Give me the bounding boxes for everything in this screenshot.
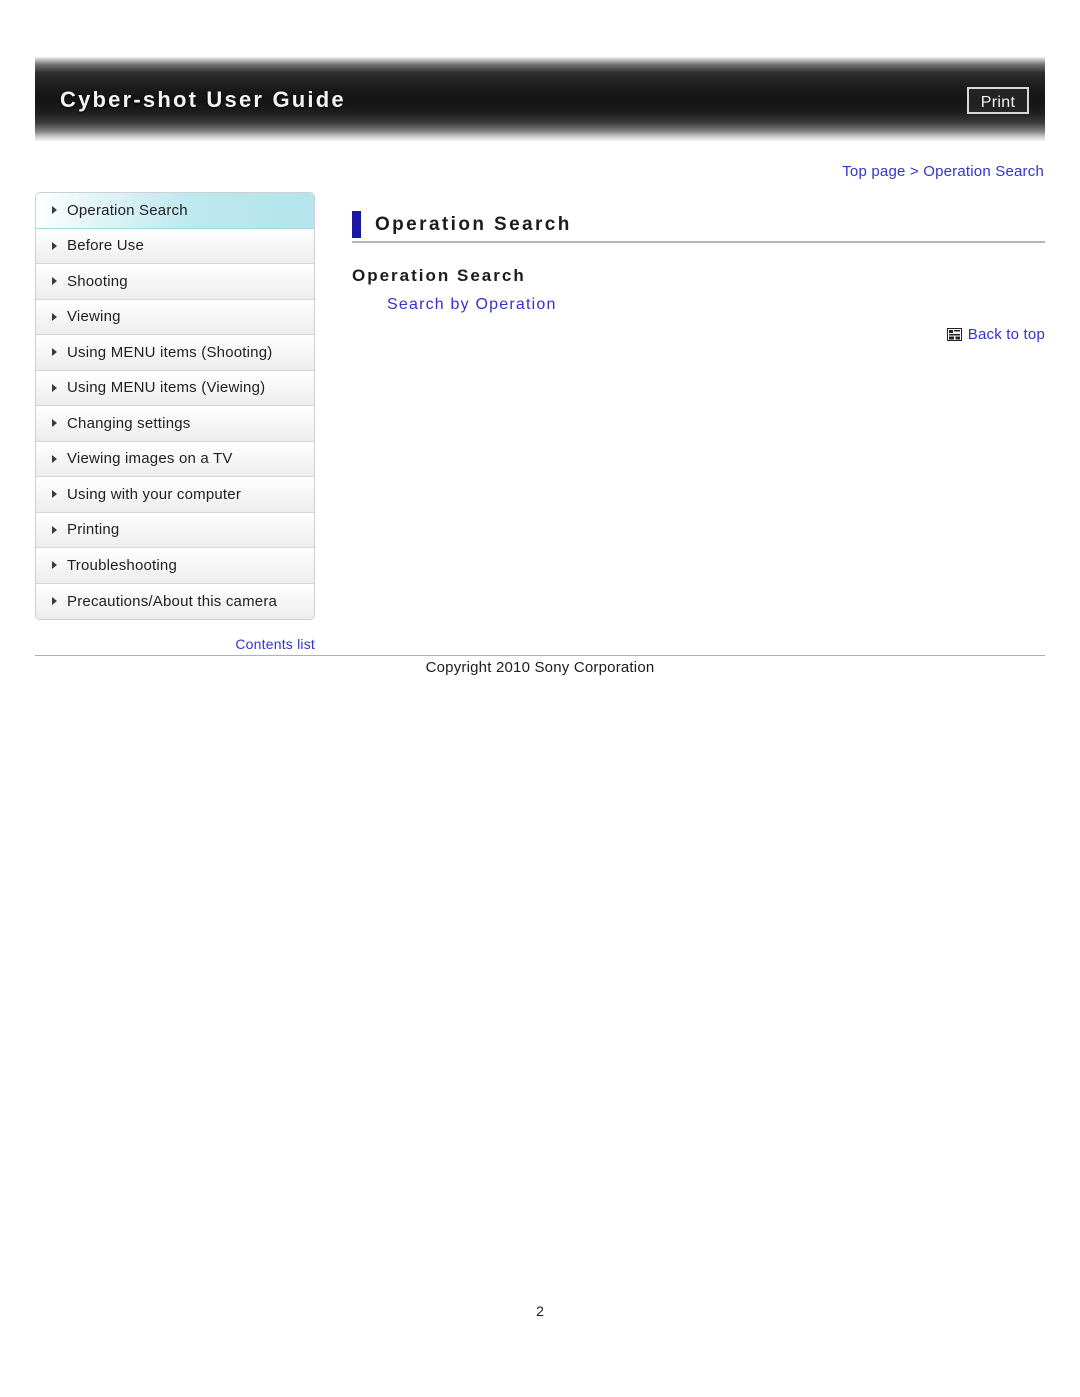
sidebar-item-label: Changing settings — [67, 414, 191, 432]
page-title: Operation Search — [375, 213, 572, 235]
sidebar-item-label: Using with your computer — [67, 485, 242, 503]
sidebar-item-label: Printing — [67, 521, 120, 539]
sidebar-item-before-use[interactable]: Before Use — [36, 228, 314, 264]
chevron-right-icon — [52, 383, 57, 392]
chevron-right-icon — [52, 348, 57, 357]
sidebar-item-using-menu-items-shooting[interactable]: Using MENU items (Shooting) — [36, 335, 314, 371]
sidebar-nav: Operation Search Before Use Shooting Viewin… — [35, 192, 315, 620]
chevron-right-icon — [52, 206, 57, 215]
sidebar-item-label: Operation Search — [67, 201, 188, 219]
chevron-right-icon — [52, 561, 57, 570]
sidebar-item-label: Viewing — [67, 308, 121, 326]
back-to-top-icon — [946, 328, 962, 341]
sidebar-item-label: Shooting — [67, 272, 128, 290]
page-number: 2 — [536, 1303, 544, 1319]
print-button[interactable]: Print — [967, 87, 1029, 114]
main-content: Operation Search Operation Search Search… — [352, 208, 1045, 343]
chevron-right-icon — [52, 277, 57, 286]
sidebar-item-using-with-your-computer[interactable]: Using with your computer — [36, 477, 314, 513]
sidebar-item-viewing-images-on-a-tv[interactable]: Viewing images on a TV — [36, 441, 314, 477]
sidebar-item-changing-settings[interactable]: Changing settings — [36, 406, 314, 442]
chevron-right-icon — [52, 597, 57, 606]
chevron-right-icon — [52, 490, 57, 499]
sidebar-item-viewing[interactable]: Viewing — [36, 299, 314, 335]
sidebar-item-operation-search[interactable]: Operation Search — [36, 193, 314, 229]
site-title: Cyber-shot User Guide — [60, 87, 346, 112]
sidebar-item-label: Troubleshooting — [67, 556, 178, 574]
sidebar-item-label: Precautions/About this camera — [67, 592, 278, 610]
chevron-right-icon — [52, 312, 57, 321]
sidebar-item-label: Before Use — [67, 237, 145, 255]
sidebar-item-precautions-about-this-camera[interactable]: Precautions/About this camera — [36, 583, 314, 619]
footer-divider — [35, 655, 1045, 656]
back-to-top-link[interactable]: Back to top — [946, 326, 1045, 343]
sidebar-item-shooting[interactable]: Shooting — [36, 264, 314, 300]
breadcrumb[interactable]: Top page > Operation Search — [842, 163, 1044, 180]
copyright-text: Copyright 2010 Sony Corporation — [425, 659, 655, 676]
document-page: Cyber-shot User Guide Print Top page > O… — [0, 0, 1080, 1397]
section-title: Operation Search — [352, 266, 526, 285]
chevron-right-icon — [52, 525, 57, 534]
sidebar-item-troubleshooting[interactable]: Troubleshooting — [36, 548, 314, 584]
chevron-right-icon — [52, 454, 57, 463]
sidebar-item-label: Using MENU items (Shooting) — [67, 343, 273, 361]
site-header-banner: Cyber-shot User Guide Print — [35, 57, 1045, 141]
chevron-right-icon — [52, 241, 57, 250]
title-accent-bar — [352, 211, 361, 238]
back-to-top-label: Back to top — [967, 326, 1045, 343]
contents-list-link[interactable]: Contents list — [35, 636, 315, 652]
chevron-right-icon — [52, 419, 57, 428]
search-by-operation-link[interactable]: Search by Operation — [387, 296, 557, 314]
sidebar-item-using-menu-items-viewing[interactable]: Using MENU items (Viewing) — [36, 370, 314, 406]
sidebar-item-printing[interactable]: Printing — [36, 512, 314, 548]
sidebar-item-label: Using MENU items (Viewing) — [67, 379, 266, 397]
page-title-row: Operation Search — [352, 208, 1045, 243]
sidebar-item-label: Viewing images on a TV — [67, 450, 233, 468]
